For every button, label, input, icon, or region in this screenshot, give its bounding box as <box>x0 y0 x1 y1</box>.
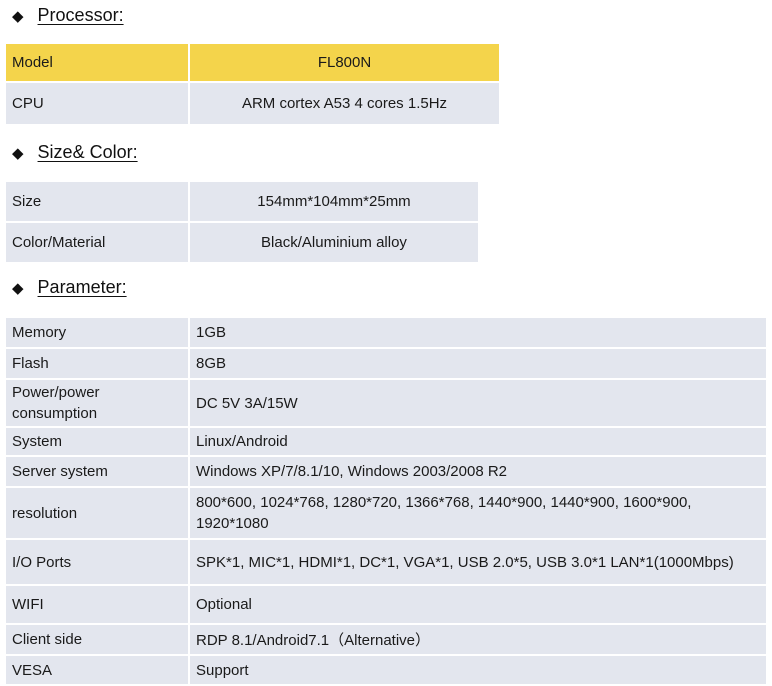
table-row: CPU ARM cortex A53 4 cores 1.5Hz <box>6 83 499 124</box>
table-row: Flash 8GB <box>6 349 766 378</box>
diamond-bullet-icon: ◆ <box>12 7 24 25</box>
table-row: WIFI Optional <box>6 586 766 623</box>
row-value: Black/Aluminium alloy <box>190 223 478 262</box>
row-value: 800*600, 1024*768, 1280*720, 1366*768, 1… <box>190 488 766 538</box>
table-row: Client side RDP 8.1/Android7.1（Alternati… <box>6 625 766 654</box>
row-label: Memory <box>6 318 188 347</box>
row-label: Flash <box>6 349 188 378</box>
row-value: Support <box>190 656 766 684</box>
row-label: Color/Material <box>6 223 188 262</box>
row-value: ARM cortex A53 4 cores 1.5Hz <box>190 83 499 124</box>
row-label: I/O Ports <box>6 540 188 584</box>
row-value: RDP 8.1/Android7.1（Alternative） <box>190 625 766 654</box>
table-row: System Linux/Android <box>6 428 766 455</box>
section-heading-parameter: ◆ Parameter: <box>12 277 127 298</box>
section-heading-processor: ◆ Processor: <box>12 5 124 26</box>
size-color-table: Size 154mm*104mm*25mm Color/Material Bla… <box>4 180 480 264</box>
table-row: Server system Windows XP/7/8.1/10, Windo… <box>6 457 766 486</box>
row-label: resolution <box>6 488 188 538</box>
table-row: VESA Support <box>6 656 766 684</box>
row-label: Model <box>6 44 188 81</box>
row-value: 8GB <box>190 349 766 378</box>
processor-table: Model FL800N CPU ARM cortex A53 4 cores … <box>4 42 501 126</box>
diamond-bullet-icon: ◆ <box>12 279 24 297</box>
row-label: VESA <box>6 656 188 684</box>
section-title: Processor: <box>37 5 124 25</box>
section-title: Parameter: <box>37 277 127 297</box>
row-label: Server system <box>6 457 188 486</box>
row-value: 154mm*104mm*25mm <box>190 182 478 221</box>
table-row: Size 154mm*104mm*25mm <box>6 182 478 221</box>
table-row: I/O Ports SPK*1, MIC*1, HDMI*1, DC*1, VG… <box>6 540 766 584</box>
row-label: CPU <box>6 83 188 124</box>
row-value: SPK*1, MIC*1, HDMI*1, DC*1, VGA*1, USB 2… <box>190 540 766 584</box>
table-row: Memory 1GB <box>6 318 766 347</box>
row-value: DC 5V 3A/15W <box>190 380 766 426</box>
diamond-bullet-icon: ◆ <box>12 144 24 162</box>
row-label: Size <box>6 182 188 221</box>
row-value: Optional <box>190 586 766 623</box>
row-value: Linux/Android <box>190 428 766 455</box>
row-label: System <box>6 428 188 455</box>
row-value: FL800N <box>190 44 499 81</box>
table-row: Color/Material Black/Aluminium alloy <box>6 223 478 262</box>
table-row: Power/power consumption DC 5V 3A/15W <box>6 380 766 426</box>
parameter-table: Memory 1GB Flash 8GB Power/power consump… <box>4 316 768 686</box>
table-row: Model FL800N <box>6 44 499 81</box>
row-label: Power/power consumption <box>6 380 188 426</box>
row-value: 1GB <box>190 318 766 347</box>
section-heading-size-color: ◆ Size& Color: <box>12 142 138 163</box>
section-title: Size& Color: <box>37 142 138 162</box>
row-value: Windows XP/7/8.1/10, Windows 2003/2008 R… <box>190 457 766 486</box>
row-label: Client side <box>6 625 188 654</box>
table-row: resolution 800*600, 1024*768, 1280*720, … <box>6 488 766 538</box>
row-label: WIFI <box>6 586 188 623</box>
